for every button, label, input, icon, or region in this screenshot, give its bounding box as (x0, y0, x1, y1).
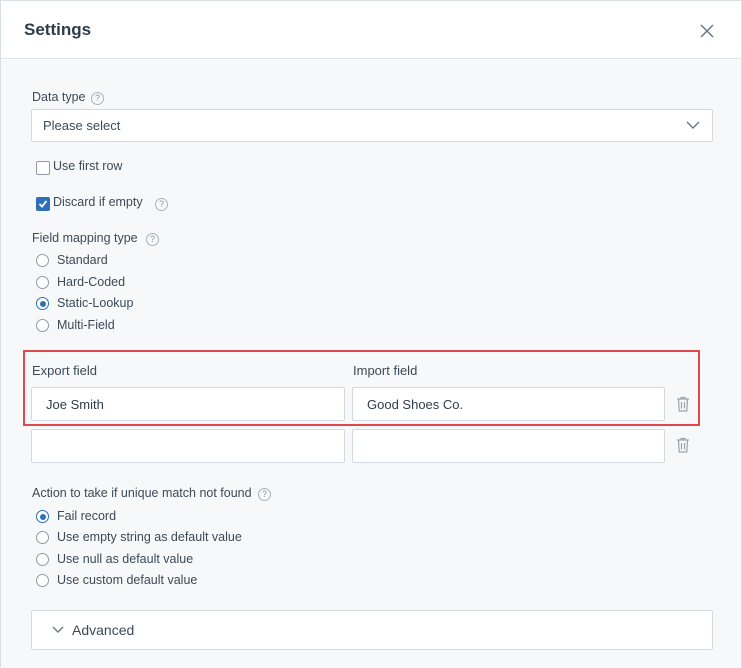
chevron-down-icon (52, 626, 64, 633)
close-icon[interactable] (697, 21, 717, 41)
discard-if-empty-label: Discard if empty (53, 195, 143, 209)
radio-fail-record-label: Fail record (57, 509, 117, 523)
radio-empty-string[interactable] (36, 531, 49, 544)
field-mapping-type-label: Field mapping type (32, 231, 138, 245)
radio-custom-default[interactable] (36, 574, 49, 587)
checkmark-icon (38, 200, 48, 208)
radio-static-lookup[interactable] (36, 297, 49, 310)
data-type-select[interactable]: Please select (31, 109, 713, 142)
field-mapping-help-icon[interactable]: ? (146, 233, 159, 246)
import-field-input-empty[interactable] (352, 429, 665, 463)
radio-multi-field-label: Multi-Field (57, 318, 115, 332)
chevron-down-icon (686, 121, 700, 129)
advanced-section-toggle[interactable]: Advanced (31, 610, 713, 650)
radio-hard-coded-label: Hard-Coded (57, 275, 126, 289)
radio-fail-record[interactable] (36, 510, 49, 523)
dialog-header: Settings (1, 1, 741, 59)
radio-hard-coded[interactable] (36, 276, 49, 289)
advanced-label: Advanced (72, 622, 135, 638)
trash-icon[interactable] (676, 437, 690, 453)
data-type-help-icon[interactable]: ? (91, 92, 104, 105)
radio-multi-field[interactable] (36, 319, 49, 332)
unique-match-label: Action to take if unique match not found (32, 486, 252, 500)
radio-standard-label: Standard (57, 253, 108, 267)
radio-static-lookup-label: Static-Lookup (57, 296, 134, 310)
radio-null-default-label: Use null as default value (57, 552, 194, 566)
radio-standard[interactable] (36, 254, 49, 267)
data-type-label: Data type (32, 90, 86, 104)
use-first-row-checkbox[interactable] (36, 161, 50, 175)
unique-match-help-icon[interactable]: ? (258, 488, 271, 501)
radio-null-default[interactable] (36, 553, 49, 566)
settings-dialog: Settings Data type ? Please select Use f… (0, 0, 742, 668)
dialog-body: Data type ? Please select Use first row … (1, 60, 741, 668)
radio-empty-string-label: Use empty string as default value (57, 530, 242, 544)
radio-custom-default-label: Use custom default value (57, 573, 198, 587)
discard-if-empty-checkbox[interactable] (36, 197, 50, 211)
highlight-annotation (23, 350, 700, 426)
dialog-title: Settings (24, 20, 92, 39)
data-type-select-value: Please select (43, 118, 121, 133)
export-field-input-empty[interactable] (31, 429, 345, 463)
discard-if-empty-help-icon[interactable]: ? (155, 198, 168, 211)
use-first-row-label: Use first row (53, 159, 123, 173)
